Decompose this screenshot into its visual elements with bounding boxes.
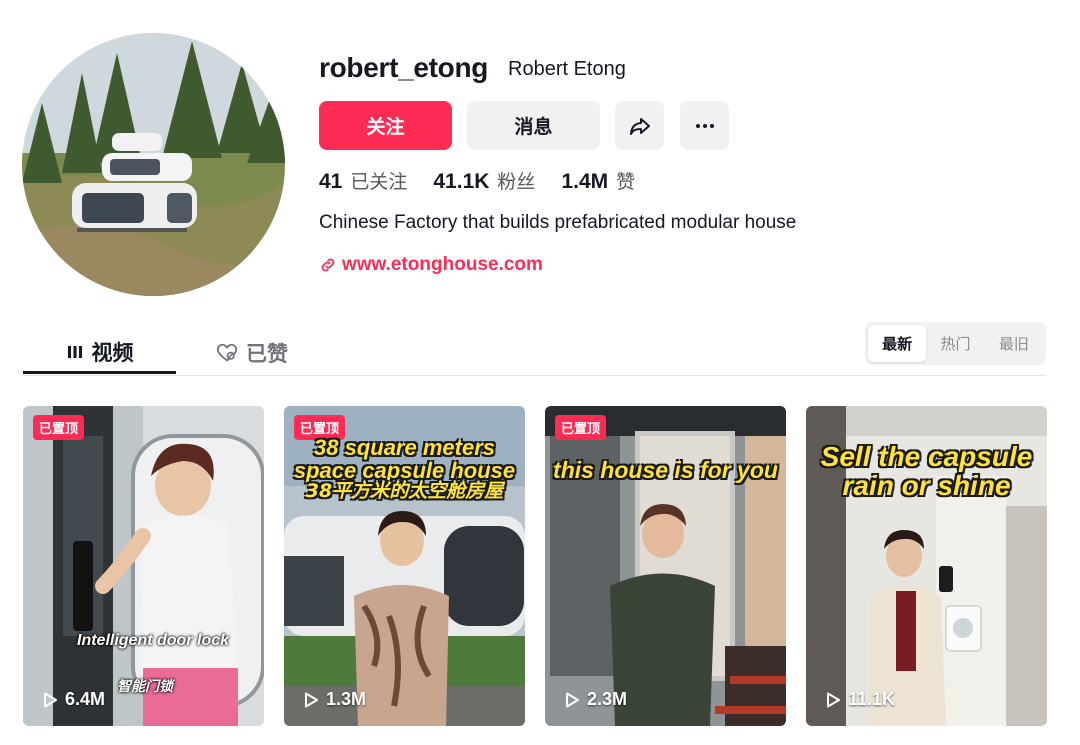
share-button[interactable]	[615, 101, 664, 150]
tab-videos[interactable]: 视频	[23, 332, 176, 374]
caption-line: 38 square meters	[314, 435, 495, 460]
grid-icon	[67, 345, 82, 358]
message-button[interactable]: 消息	[467, 101, 600, 150]
sort-oldest[interactable]: 最旧	[985, 325, 1043, 362]
video-card[interactable]: 已置顶 this house is for you 2.3M	[545, 406, 786, 726]
stat-followers[interactable]: 41.1K 粉丝	[433, 167, 535, 194]
profile-bio: Chinese Factory that builds prefabricate…	[319, 212, 797, 233]
profile-link-text: www.etonghouse.com	[342, 254, 543, 275]
pinned-badge: 已置顶	[33, 415, 85, 440]
profile-link[interactable]: www.etonghouse.com	[319, 254, 543, 276]
follow-button[interactable]: 关注	[319, 101, 452, 150]
video-overlay-text-cn: 智能门锁	[117, 678, 173, 694]
caption-line: this house is for you	[553, 457, 778, 483]
view-count-text: 1.3M	[326, 689, 367, 709]
video-thumbnail	[545, 406, 786, 726]
play-icon	[566, 692, 579, 707]
tab-liked-label: 已赞	[246, 342, 288, 366]
caption-line: 38平方米的太空舱房屋	[305, 480, 504, 503]
video-card[interactable]: Sell the capsule rain or shine 11.1K	[806, 406, 1047, 726]
video-sort-control: 最新 热门 最旧	[865, 322, 1046, 365]
play-icon	[827, 692, 840, 707]
sort-latest[interactable]: 最新	[868, 325, 927, 362]
view-count-text: 2.3M	[587, 689, 628, 709]
username: robert_etong	[319, 52, 489, 83]
stat-likes: 1.4M 赞	[561, 167, 635, 194]
hidden-heart-icon	[216, 343, 238, 362]
play-icon	[305, 692, 318, 707]
share-icon	[629, 117, 650, 135]
tab-videos-label: 视频	[91, 340, 134, 365]
view-count: 11.1K	[824, 689, 895, 710]
more-icon	[695, 123, 714, 128]
stat-following[interactable]: 41 已关注	[319, 167, 407, 194]
pinned-badge: 已置顶	[555, 415, 607, 440]
caption-line: rain or shine	[842, 470, 1011, 502]
nickname: Robert Etong	[508, 58, 626, 80]
avatar[interactable]	[22, 33, 285, 296]
video-caption: Sell the capsule rain or shine	[806, 442, 1047, 501]
view-count: 6.4M	[41, 689, 105, 710]
profile-stats: 41 已关注 41.1K 粉丝 1.4M 赞	[319, 167, 635, 194]
stat-label: 已关注	[350, 171, 408, 193]
sort-popular[interactable]: 热门	[926, 325, 984, 362]
caption-line: space capsule house	[293, 458, 516, 484]
view-count: 2.3M	[563, 689, 627, 710]
stat-number: 41	[319, 170, 343, 193]
play-icon	[44, 692, 57, 707]
video-card[interactable]: 已置顶 38 square meters space capsule house…	[284, 406, 525, 726]
more-options-button[interactable]	[680, 101, 729, 150]
view-count: 1.3M	[302, 689, 366, 710]
view-count-text: 11.1K	[848, 689, 896, 709]
tab-liked[interactable]: 已赞	[216, 332, 288, 374]
video-overlay-text: Intelligent door lock	[77, 632, 230, 649]
view-count-text: 6.4M	[65, 689, 106, 709]
caption-line: Sell the capsule	[820, 441, 1033, 472]
tab-divider	[23, 375, 1046, 376]
video-card[interactable]: 已置顶 Intelligent door lock 智能门锁 6.4M	[23, 406, 264, 726]
video-caption: this house is for you	[545, 458, 786, 482]
stat-number: 1.4M	[561, 170, 609, 193]
stat-number: 41.1K	[433, 170, 490, 193]
link-icon	[321, 258, 335, 272]
stat-label: 粉丝	[497, 171, 536, 193]
stat-label: 赞	[616, 171, 636, 193]
video-caption: 38 square meters space capsule house 38平…	[284, 436, 525, 502]
